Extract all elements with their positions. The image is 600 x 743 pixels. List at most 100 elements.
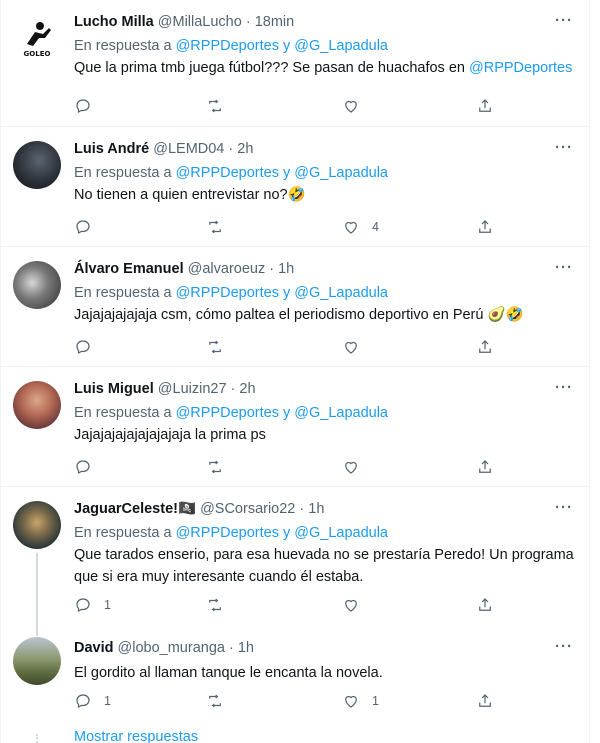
more-options-icon[interactable]: ··· xyxy=(555,139,573,156)
svg-text:GOLEO: GOLEO xyxy=(24,50,51,58)
reply-context: En respuesta a @RPPDeportes y @G_Lapadul… xyxy=(74,36,577,56)
tweet-actions: 1 1 xyxy=(74,690,514,712)
user-handle[interactable]: @Luizin27 xyxy=(158,381,227,397)
mention-link[interactable]: @RPPDeportes xyxy=(176,38,279,54)
tweet-actions xyxy=(74,95,514,117)
mention-link[interactable]: @RPPDeportes xyxy=(176,525,279,541)
share-icon xyxy=(479,694,491,707)
user-handle[interactable]: @lobo_muranga xyxy=(118,640,225,656)
like-button[interactable]: 4 xyxy=(342,216,379,238)
retweet-button[interactable] xyxy=(206,456,236,478)
retweet-icon xyxy=(209,99,221,113)
retweet-button[interactable] xyxy=(206,690,236,712)
retweet-icon xyxy=(209,694,221,708)
retweet-button[interactable] xyxy=(206,95,236,117)
tweet[interactable]: David @lobo_muranga · 1h El gordito al l… xyxy=(1,627,589,727)
display-name[interactable]: JaguarCeleste!🏴‍☠️ xyxy=(74,501,196,517)
user-handle[interactable]: @alvaroeuz xyxy=(188,261,266,277)
user-handle[interactable]: @SCorsario22 xyxy=(200,501,295,517)
display-name[interactable]: Luis Miguel xyxy=(74,381,154,397)
heart-icon xyxy=(345,221,357,234)
reply-icon xyxy=(76,598,90,613)
like-count: 1 xyxy=(372,694,379,708)
timestamp[interactable]: · 18min xyxy=(246,14,294,30)
avatar[interactable] xyxy=(13,381,61,429)
heart-icon xyxy=(345,599,357,612)
avatar[interactable] xyxy=(13,501,61,549)
reply-icon xyxy=(76,694,90,709)
user-handle[interactable]: @LEMD04 xyxy=(153,141,224,157)
like-button[interactable] xyxy=(342,336,372,358)
mention-link[interactable]: @G_Lapadula xyxy=(294,525,388,541)
like-count: 4 xyxy=(372,220,379,234)
reply-join: y xyxy=(282,165,291,181)
mention-link[interactable]: @RPPDeportes xyxy=(176,285,279,301)
more-options-icon[interactable]: ··· xyxy=(555,499,573,516)
timestamp[interactable]: · 2h xyxy=(228,141,253,157)
reply-button[interactable] xyxy=(74,95,104,117)
more-options-icon[interactable]: ··· xyxy=(555,638,573,655)
share-icon xyxy=(479,598,491,611)
mention-link[interactable]: @G_Lapadula xyxy=(294,38,388,54)
show-more-replies-link[interactable]: Mostrar respuestas xyxy=(74,729,198,743)
mention-link[interactable]: @G_Lapadula xyxy=(294,165,388,181)
more-options-icon[interactable]: ··· xyxy=(555,379,573,396)
reply-context: En respuesta a @RPPDeportes y @G_Lapadul… xyxy=(74,523,577,543)
mention-link[interactable]: @G_Lapadula xyxy=(294,405,388,421)
retweet-button[interactable] xyxy=(206,336,236,358)
thread-more-dots xyxy=(36,734,38,743)
reply-join: y xyxy=(282,38,291,54)
tweet[interactable]: JaguarCeleste!🏴‍☠️ @SCorsario22 · 1h En … xyxy=(1,487,589,627)
timestamp[interactable]: · 1h xyxy=(299,501,324,517)
retweet-button[interactable] xyxy=(206,594,236,616)
reply-button[interactable] xyxy=(74,336,104,358)
tweet[interactable]: Álvaro Emanuel @alvaroeuz · 1h En respue… xyxy=(1,247,589,367)
avatar[interactable] xyxy=(13,637,61,685)
like-button[interactable] xyxy=(342,95,372,117)
reply-button[interactable]: 1 xyxy=(74,690,111,712)
retweet-icon xyxy=(209,598,221,612)
mention-link[interactable]: @RPPDeportes xyxy=(176,165,279,181)
share-button[interactable] xyxy=(476,594,494,616)
mention-link[interactable]: @RPPDeportes xyxy=(469,60,572,76)
tweet-actions xyxy=(74,336,514,358)
user-handle[interactable]: @MillaLucho xyxy=(158,14,242,30)
display-name[interactable]: Lucho Milla xyxy=(74,14,154,30)
reply-button[interactable] xyxy=(74,456,104,478)
like-button[interactable] xyxy=(342,594,372,616)
tweet[interactable]: Luis Miguel @Luizin27 · 2h En respuesta … xyxy=(1,367,589,487)
share-button[interactable] xyxy=(476,690,494,712)
avatar[interactable]: GOLEO xyxy=(13,14,61,62)
timestamp[interactable]: · 1h xyxy=(269,261,294,277)
mention-link[interactable]: @RPPDeportes xyxy=(176,405,279,421)
tweet-text: Que tarados enserio, para esa huevada no… xyxy=(74,547,574,585)
display-name[interactable]: David xyxy=(74,640,114,656)
like-button[interactable]: 1 xyxy=(342,690,379,712)
share-icon xyxy=(479,460,491,473)
retweet-button[interactable] xyxy=(206,216,236,238)
more-options-icon[interactable]: ··· xyxy=(555,12,573,29)
tweet[interactable]: Luis André @LEMD04 · 2h En respuesta a @… xyxy=(1,127,589,247)
like-button[interactable] xyxy=(342,456,372,478)
avatar[interactable] xyxy=(13,141,61,189)
share-button[interactable] xyxy=(476,456,494,478)
tweet-text: Jajajajajajajajajaja la prima ps xyxy=(74,427,266,443)
tweet[interactable]: GOLEO Lucho Milla @MillaLucho · 18min En… xyxy=(1,0,589,127)
timestamp[interactable]: · 2h xyxy=(231,381,256,397)
mention-link[interactable]: @G_Lapadula xyxy=(294,285,388,301)
avatar[interactable] xyxy=(13,261,61,309)
more-options-icon[interactable]: ··· xyxy=(555,259,573,276)
reply-icon xyxy=(76,220,90,235)
display-name[interactable]: Álvaro Emanuel xyxy=(74,261,184,277)
tweet-actions xyxy=(74,456,514,478)
share-button[interactable] xyxy=(476,216,494,238)
display-name[interactable]: Luis André xyxy=(74,141,149,157)
timestamp[interactable]: · 1h xyxy=(229,640,254,656)
share-button[interactable] xyxy=(476,336,494,358)
retweet-icon xyxy=(209,220,221,234)
share-button[interactable] xyxy=(476,95,494,117)
reply-button[interactable] xyxy=(74,216,104,238)
reply-join: y xyxy=(282,405,291,421)
reply-icon xyxy=(76,99,90,114)
reply-button[interactable]: 1 xyxy=(74,594,111,616)
